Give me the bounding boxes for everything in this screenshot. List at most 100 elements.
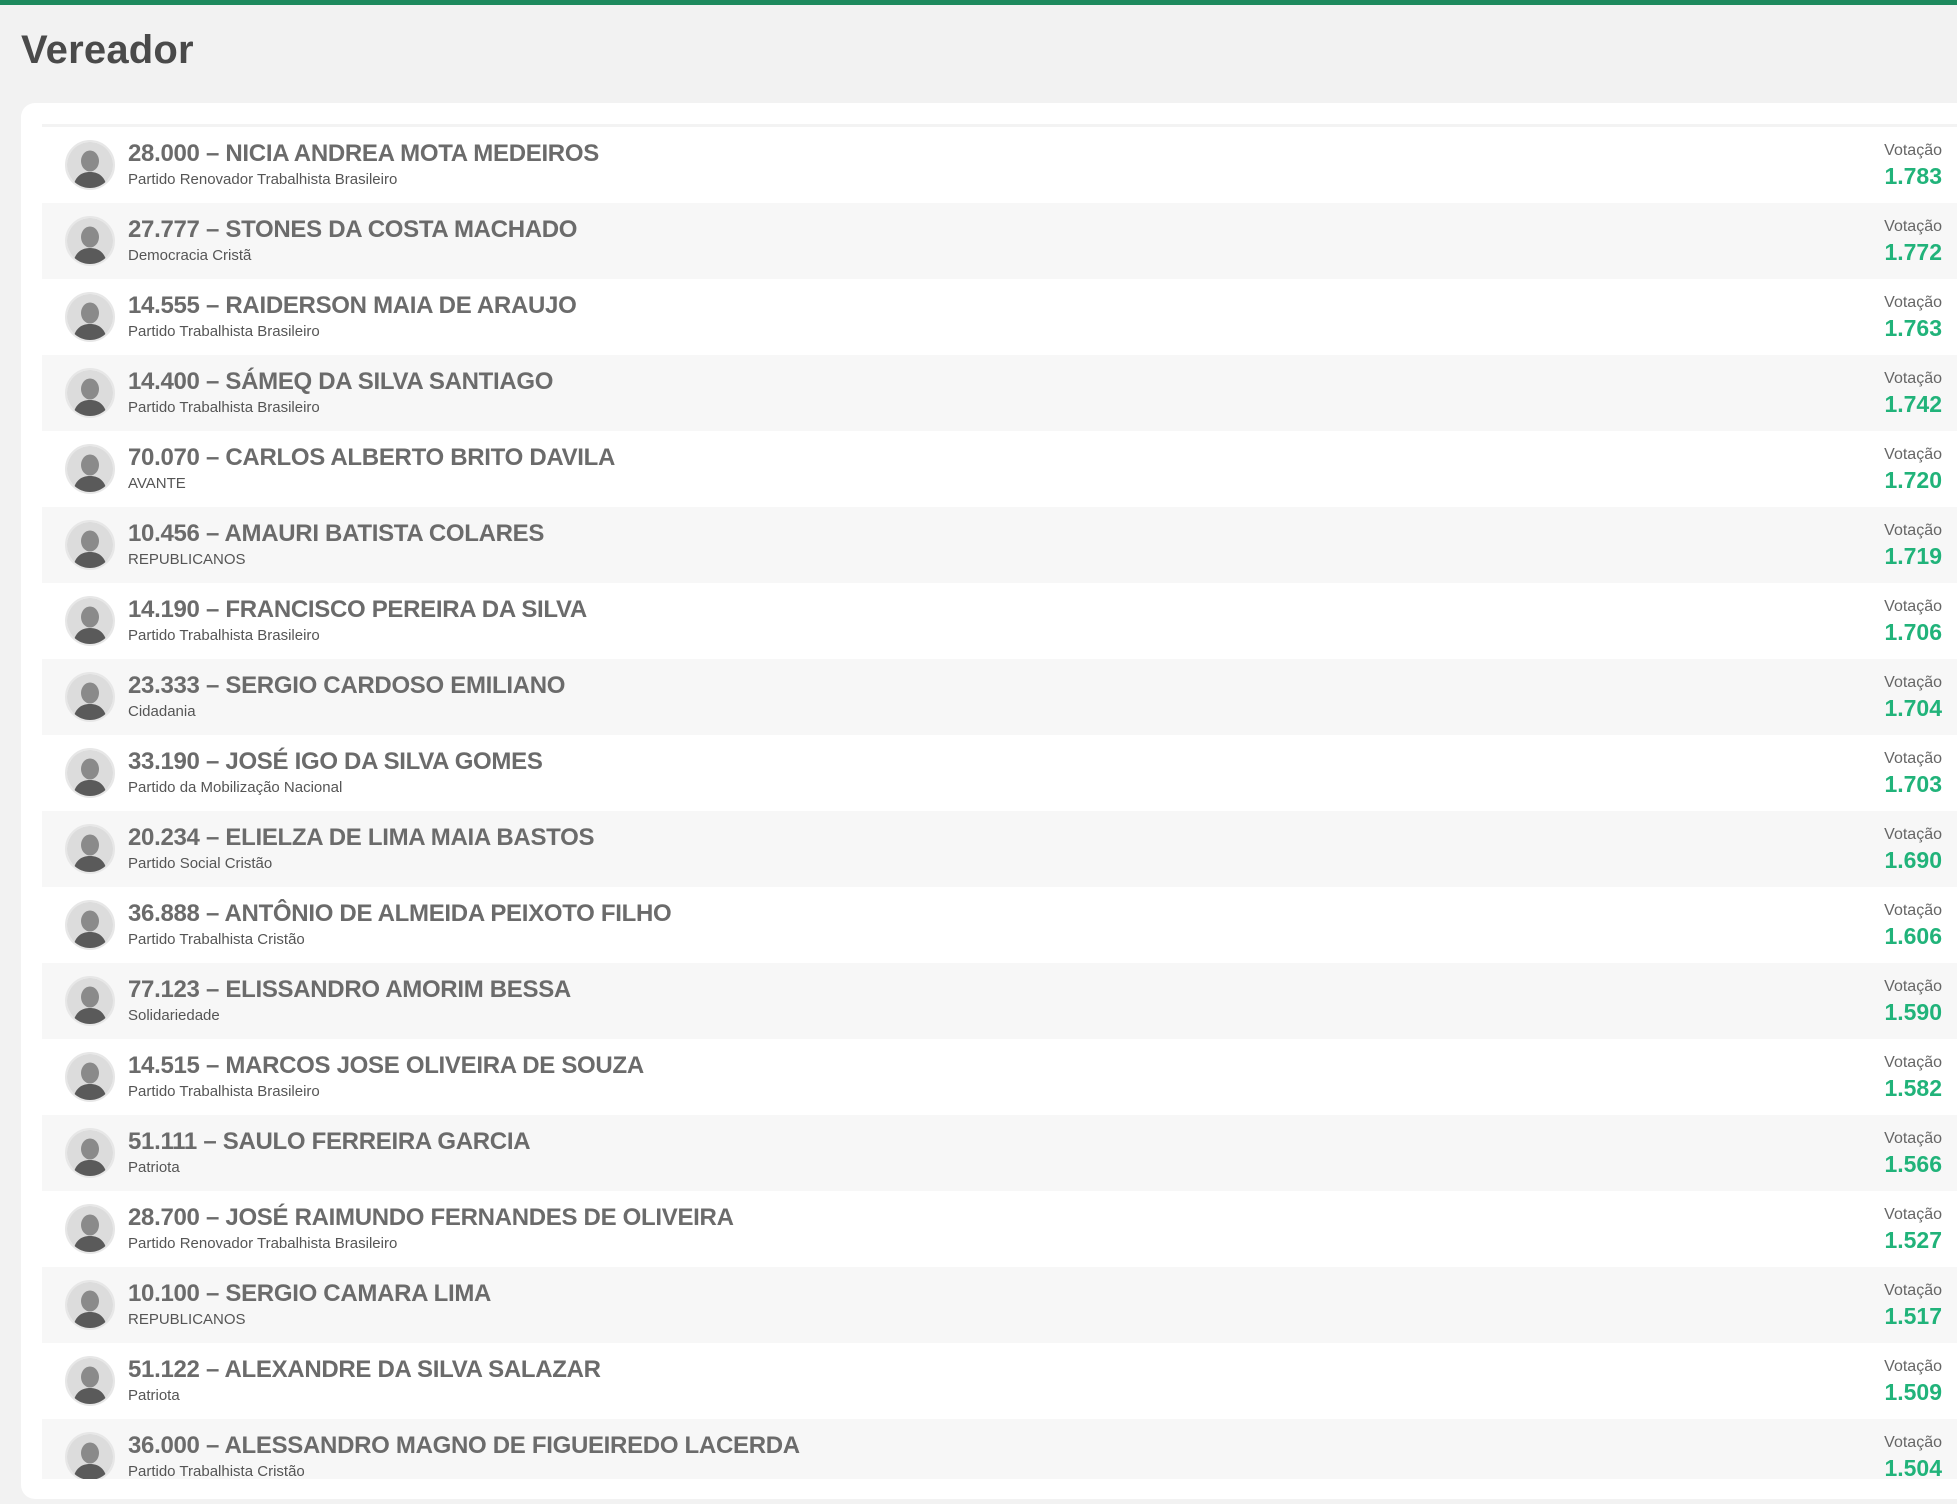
candidate-name: 36.000 – ALESSANDRO MAGNO DE FIGUEIREDO … (128, 1432, 800, 1459)
candidate-party: Partido da Mobilização Nacional (128, 779, 343, 796)
candidate-party: Partido Social Cristão (128, 855, 273, 872)
candidate-row[interactable]: 36.888 – ANTÔNIO DE ALMEIDA PEIXOTO FILH… (42, 887, 1957, 963)
vote-count: 1.704 (1884, 695, 1942, 721)
person-icon (67, 598, 113, 644)
vote-label: Votação (1884, 1054, 1942, 1071)
vote-count: 1.706 (1884, 619, 1942, 645)
vote-count: 1.690 (1884, 847, 1942, 873)
candidate-party: AVANTE (128, 475, 186, 492)
candidate-photo (65, 368, 115, 418)
candidate-name: 70.070 – CARLOS ALBERTO BRITO DAVILA (128, 444, 616, 471)
page-title: Vereador (21, 28, 194, 72)
candidate-party: Partido Renovador Trabalhista Brasileiro (128, 171, 398, 188)
vote-count: 1.720 (1884, 467, 1942, 493)
candidate-party: Partido Renovador Trabalhista Brasileiro (128, 1235, 398, 1252)
person-icon (67, 1130, 113, 1176)
candidate-row[interactable]: 10.456 – AMAURI BATISTA COLARES REPUBLIC… (42, 507, 1957, 583)
candidate-row[interactable]: 14.190 – FRANCISCO PEREIRA DA SILVA Part… (42, 583, 1957, 659)
candidate-name: 14.400 – SÁMEQ DA SILVA SANTIAGO (128, 368, 554, 395)
candidate-name: 14.555 – RAIDERSON MAIA DE ARAUJO (128, 292, 577, 319)
vote-count: 1.606 (1884, 923, 1942, 949)
candidate-name: 14.515 – MARCOS JOSE OLIVEIRA DE SOUZA (128, 1052, 644, 1079)
candidate-list[interactable]: 28.000 – NICIA ANDREA MOTA MEDEIROS Part… (42, 124, 1957, 1479)
candidate-party: Cidadania (128, 703, 196, 720)
candidate-name: 14.190 – FRANCISCO PEREIRA DA SILVA (128, 596, 587, 623)
vote-count: 1.783 (1884, 163, 1942, 189)
candidate-row[interactable]: 77.123 – ELISSANDRO AMORIM BESSA Solidar… (42, 963, 1957, 1039)
candidate-name: 20.234 – ELIELZA DE LIMA MAIA BASTOS (128, 824, 595, 851)
vote-count: 1.742 (1884, 391, 1942, 417)
vote-label: Votação (1884, 294, 1942, 311)
vote-label: Votação (1884, 826, 1942, 843)
vote-count: 1.517 (1884, 1303, 1942, 1329)
candidate-party: Partido Trabalhista Cristão (128, 931, 305, 948)
vote-label: Votação (1884, 522, 1942, 539)
candidate-row[interactable]: 28.000 – NICIA ANDREA MOTA MEDEIROS Part… (42, 127, 1957, 203)
candidate-photo (65, 976, 115, 1026)
vote-count: 1.527 (1884, 1227, 1942, 1253)
vote-count: 1.772 (1884, 239, 1942, 265)
candidate-photo (65, 444, 115, 494)
candidate-name: 28.000 – NICIA ANDREA MOTA MEDEIROS (128, 140, 599, 167)
candidate-party: Partido Trabalhista Brasileiro (128, 323, 320, 340)
candidate-row[interactable]: 27.777 – STONES DA COSTA MACHADO Democra… (42, 203, 1957, 279)
vote-label: Votação (1884, 1282, 1942, 1299)
candidate-photo (65, 1280, 115, 1330)
candidate-row[interactable]: 28.700 – JOSÉ RAIMUNDO FERNANDES DE OLIV… (42, 1191, 1957, 1267)
candidate-row[interactable]: 10.100 – SERGIO CAMARA LIMA REPUBLICANOS… (42, 1267, 1957, 1343)
candidate-name: 23.333 – SERGIO CARDOSO EMILIANO (128, 672, 566, 699)
vote-count: 1.719 (1884, 543, 1942, 569)
candidate-photo (65, 748, 115, 798)
person-icon (67, 294, 113, 340)
candidate-party: Partido Trabalhista Brasileiro (128, 1083, 320, 1100)
candidate-row[interactable]: 20.234 – ELIELZA DE LIMA MAIA BASTOS Par… (42, 811, 1957, 887)
candidate-row[interactable]: 70.070 – CARLOS ALBERTO BRITO DAVILA AVA… (42, 431, 1957, 507)
candidate-photo (65, 216, 115, 266)
candidate-name: 10.100 – SERGIO CAMARA LIMA (128, 1280, 492, 1307)
vote-label: Votação (1884, 218, 1942, 235)
vote-label: Votação (1884, 598, 1942, 615)
candidate-name: 10.456 – AMAURI BATISTA COLARES (128, 520, 545, 547)
vote-count: 1.509 (1884, 1379, 1942, 1405)
vote-label: Votação (1884, 1206, 1942, 1223)
person-icon (67, 978, 113, 1024)
candidate-photo (65, 672, 115, 722)
person-icon (67, 446, 113, 492)
vote-count: 1.763 (1884, 315, 1942, 341)
candidate-name: 27.777 – STONES DA COSTA MACHADO (128, 216, 578, 243)
candidate-photo (65, 292, 115, 342)
candidate-row[interactable]: 33.190 – JOSÉ IGO DA SILVA GOMES Partido… (42, 735, 1957, 811)
vote-label: Votação (1884, 750, 1942, 767)
vote-count: 1.703 (1884, 771, 1942, 797)
person-icon (67, 674, 113, 720)
person-icon (67, 1358, 113, 1404)
candidate-party: REPUBLICANOS (128, 551, 246, 568)
person-icon (67, 1206, 113, 1252)
person-icon (67, 370, 113, 416)
candidate-row[interactable]: 14.555 – RAIDERSON MAIA DE ARAUJO Partid… (42, 279, 1957, 355)
person-icon (67, 1434, 113, 1479)
candidate-row[interactable]: 51.111 – SAULO FERREIRA GARCIA Patriota … (42, 1115, 1957, 1191)
candidate-photo (65, 140, 115, 190)
vote-label: Votação (1884, 978, 1942, 995)
candidate-photo (65, 1128, 115, 1178)
results-card: 28.000 – NICIA ANDREA MOTA MEDEIROS Part… (21, 103, 1957, 1499)
vote-label: Votação (1884, 446, 1942, 463)
vote-count: 1.566 (1884, 1151, 1942, 1177)
person-icon (67, 142, 113, 188)
candidate-row[interactable]: 51.122 – ALEXANDRE DA SILVA SALAZAR Patr… (42, 1343, 1957, 1419)
candidate-row[interactable]: 23.333 – SERGIO CARDOSO EMILIANO Cidadan… (42, 659, 1957, 735)
person-icon (67, 1054, 113, 1100)
candidate-name: 28.700 – JOSÉ RAIMUNDO FERNANDES DE OLIV… (128, 1204, 734, 1231)
vote-count: 1.504 (1884, 1455, 1942, 1479)
candidate-party: Patriota (128, 1159, 180, 1176)
candidate-row[interactable]: 14.515 – MARCOS JOSE OLIVEIRA DE SOUZA P… (42, 1039, 1957, 1115)
candidate-row[interactable]: 36.000 – ALESSANDRO MAGNO DE FIGUEIREDO … (42, 1419, 1957, 1479)
candidate-party: Democracia Cristã (128, 247, 252, 264)
vote-label: Votação (1884, 674, 1942, 691)
vote-label: Votação (1884, 370, 1942, 387)
person-icon (67, 902, 113, 948)
candidate-row[interactable]: 14.400 – SÁMEQ DA SILVA SANTIAGO Partido… (42, 355, 1957, 431)
candidate-party: Patriota (128, 1387, 180, 1404)
candidate-photo (65, 520, 115, 570)
